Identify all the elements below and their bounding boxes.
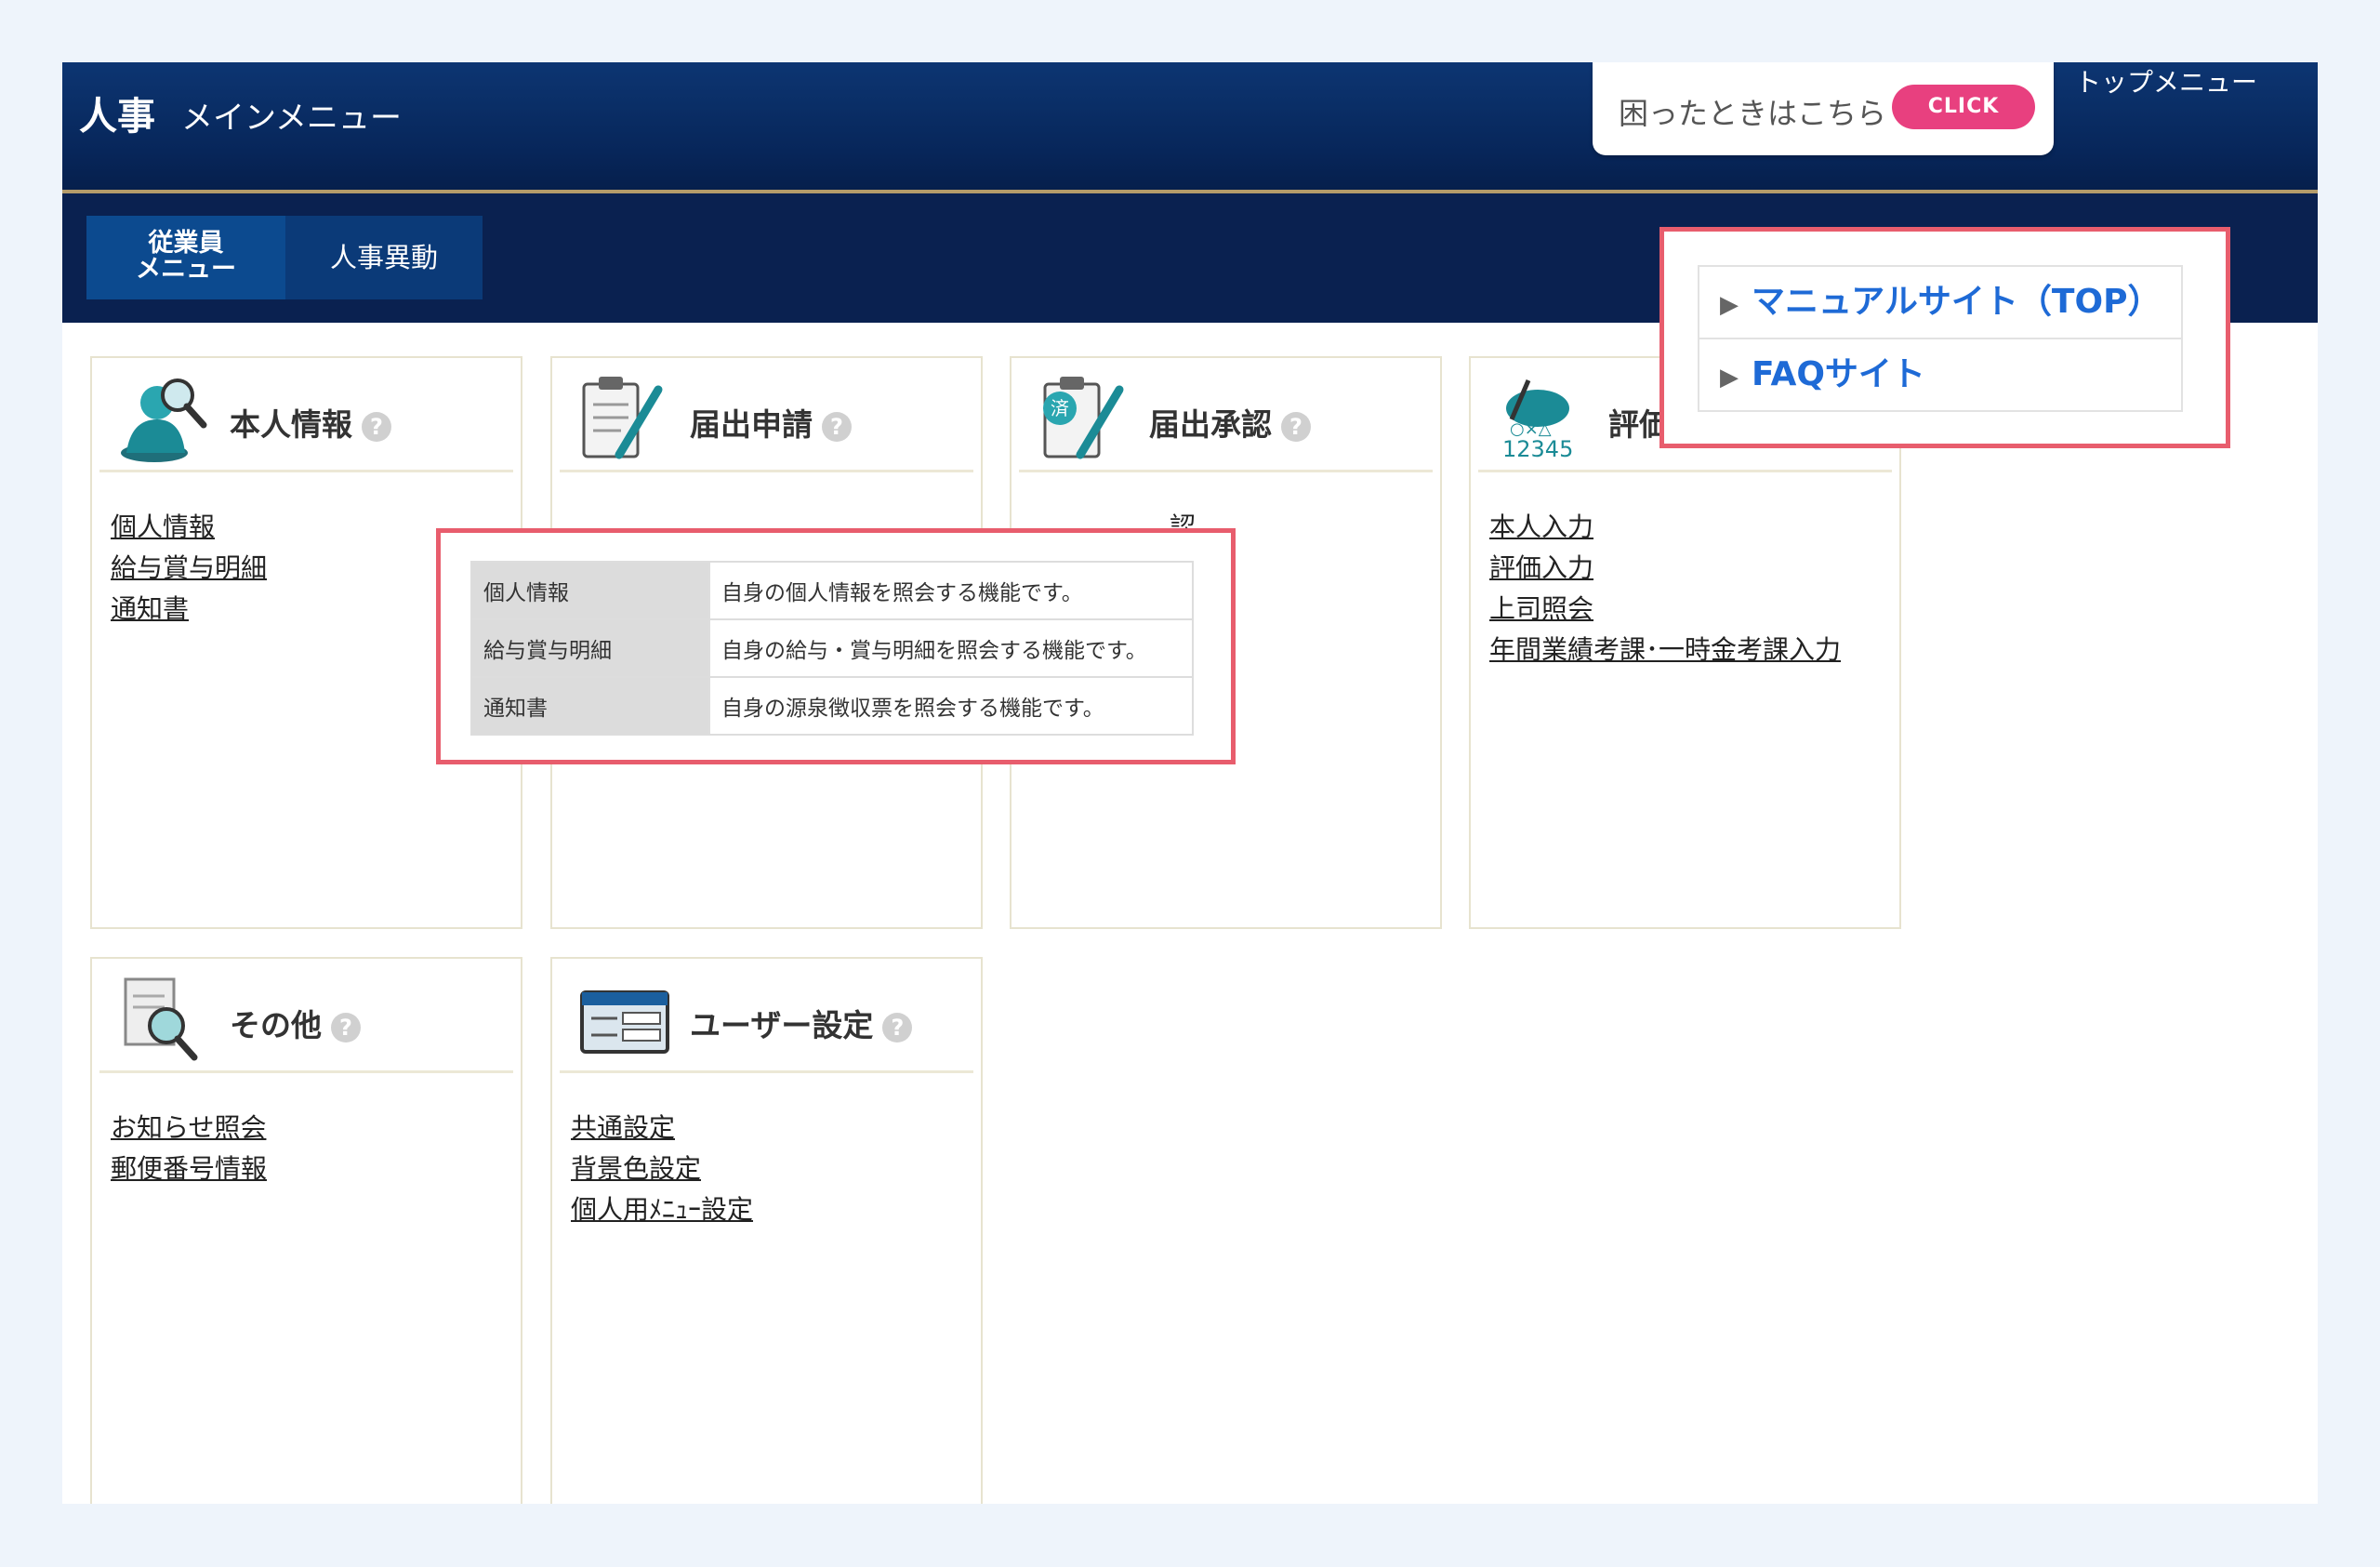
tooltip-key: 給与賞与明細	[470, 618, 710, 678]
help-click-button[interactable]: CLICK	[1892, 85, 2035, 129]
triangle-right-icon: ▶	[1720, 364, 1739, 392]
tab-personnel-transfer[interactable]: 人事異動	[285, 216, 483, 299]
manual-dropdown: ▶ マニュアルサイト（TOP） ▶ FAQサイト	[1659, 227, 2230, 448]
help-text: 困ったときはこちら	[1619, 96, 1887, 131]
manual-site-link[interactable]: ▶ マニュアルサイト（TOP）	[1698, 265, 2183, 339]
tab-label-line2: メニュー	[136, 255, 236, 284]
card-header: ユーザー設定?	[560, 959, 973, 1073]
table-row: 給与賞与明細 自身の給与・賞与明細を照会する機能です。	[470, 618, 1194, 678]
tooltip-desc: 自身の源泉徴収票を照会する機能です。	[708, 676, 1194, 736]
link-annual-performance-input[interactable]: 年間業績考課･一時金考課入力	[1489, 630, 1841, 671]
help-question-icon[interactable]: ?	[362, 411, 391, 442]
page-title: メインメニュー	[181, 100, 402, 137]
manual-item-label: マニュアルサイト（TOP）	[1752, 283, 2162, 321]
help-question-icon[interactable]: ?	[822, 411, 852, 442]
link-postal-code-info[interactable]: 郵便番号情報	[111, 1149, 267, 1189]
link-background-color-settings[interactable]: 背景色設定	[571, 1149, 753, 1189]
person-search-icon	[121, 378, 207, 462]
card-header: 届出申請?	[560, 358, 973, 472]
link-salary-bonus-statement[interactable]: 給与賞与明細	[111, 548, 267, 589]
link-self-input[interactable]: 本人入力	[1489, 507, 1841, 548]
help-question-icon[interactable]: ?	[882, 1012, 913, 1042]
card-header: 本人情報?	[99, 358, 513, 472]
app-title: 人事	[79, 94, 155, 139]
card-header: その他?	[99, 959, 513, 1073]
link-notice[interactable]: 通知書	[111, 589, 267, 630]
tooltip-desc: 自身の給与・賞与明細を照会する機能です。	[708, 618, 1194, 678]
tab-label-line1: 従業員	[148, 229, 224, 258]
svg-text:済: 済	[1051, 397, 1069, 419]
card-link-list: お知らせ照会 郵便番号情報	[111, 1108, 267, 1189]
card-title: ユーザー設定	[690, 1007, 874, 1043]
tab-employee-menu[interactable]: 従業員 メニュー	[86, 216, 285, 299]
evaluation-scale-text: 12345	[1502, 436, 1573, 462]
card-title: 届出承認	[1149, 406, 1272, 443]
document-search-icon	[124, 977, 198, 1061]
evaluation-icon: ○×△ 12345	[1502, 379, 1573, 462]
tooltip-table: 個人情報 自身の個人情報を照会する機能です。 給与賞与明細 自身の給与・賞与明細…	[470, 561, 1194, 736]
link-personal-menu-settings[interactable]: 個人用ﾒﾆｭｰ設定	[571, 1189, 753, 1230]
clipboard-pen-icon	[582, 377, 663, 459]
card-link-list: 共通設定 背景色設定 個人用ﾒﾆｭｰ設定	[571, 1108, 753, 1230]
card-title: 本人情報	[230, 406, 352, 443]
help-question-icon[interactable]: ?	[331, 1012, 361, 1042]
table-row: 個人情報 自身の個人情報を照会する機能です。	[470, 561, 1194, 620]
tooltip-desc: 自身の個人情報を照会する機能です。	[708, 561, 1194, 620]
triangle-right-icon: ▶	[1720, 291, 1739, 319]
faq-site-link[interactable]: ▶ FAQサイト	[1698, 338, 2183, 412]
card-title: 届出申請	[690, 406, 813, 443]
card-header: 済 届出承認?	[1019, 358, 1433, 472]
tooltip-key: 個人情報	[470, 561, 710, 620]
app-window: 人事 メインメニュー 困ったときはこちら CLICK トップメニュー 従業員 メ…	[62, 62, 2318, 1504]
card-link-list: 個人情報 給与賞与明細 通知書	[111, 507, 267, 630]
link-notice-inquiry[interactable]: お知らせ照会	[111, 1108, 267, 1149]
header: 人事 メインメニュー 困ったときはこちら CLICK トップメニュー	[62, 62, 2318, 190]
top-menu-link[interactable]: トップメニュー	[2075, 62, 2257, 100]
manual-item-label: FAQサイト	[1752, 355, 1925, 393]
help-question-icon[interactable]: ?	[1281, 411, 1311, 442]
card-link-list: 本人入力 評価入力 上司照会 年間業績考課･一時金考課入力	[1489, 507, 1841, 671]
link-evaluation-input[interactable]: 評価入力	[1489, 548, 1841, 589]
help-tooltip: 個人情報 自身の個人情報を照会する機能です。 給与賞与明細 自身の給与・賞与明細…	[436, 528, 1236, 764]
help-box[interactable]: 困ったときはこちら CLICK	[1593, 62, 2054, 155]
tooltip-key: 通知書	[470, 676, 710, 736]
card-other: その他? お知らせ照会 郵便番号情報	[90, 957, 522, 1504]
card-user-settings: ユーザー設定? 共通設定 背景色設定 個人用ﾒﾆｭｰ設定	[550, 957, 983, 1504]
link-personal-info[interactable]: 個人情報	[111, 507, 267, 548]
approved-clipboard-icon: 済	[1043, 377, 1124, 459]
link-common-settings[interactable]: 共通設定	[571, 1108, 753, 1149]
link-supervisor-inquiry[interactable]: 上司照会	[1489, 589, 1841, 630]
settings-window-icon	[580, 990, 669, 1054]
card-title: その他	[230, 1007, 322, 1043]
table-row: 通知書 自身の源泉徴収票を照会する機能です。	[470, 676, 1194, 736]
